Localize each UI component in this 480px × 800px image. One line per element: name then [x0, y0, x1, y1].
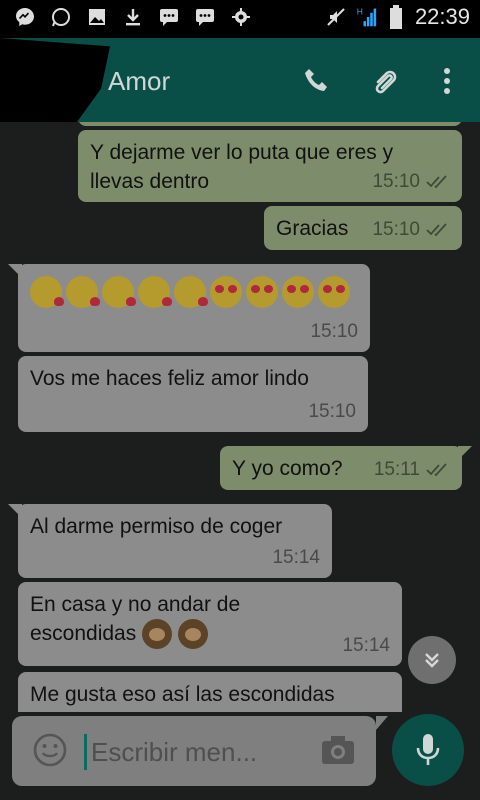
message-text: Y dejarme ver lo puta que eres y llevas … — [90, 141, 394, 193]
message-incoming[interactable]: En casa y no andar de escondidas 15:14 — [18, 582, 402, 666]
back-and-avatar[interactable] — [0, 38, 110, 122]
double-chevron-down-icon — [425, 653, 439, 668]
gallery-icon — [86, 6, 108, 28]
phone-icon[interactable] — [300, 64, 334, 98]
kissing-face-icon — [66, 276, 100, 308]
heart-eyes-icon — [318, 276, 350, 308]
message-text: Al darme permiso de coger — [30, 515, 283, 538]
message-text: Me gusta eso así las escondidas — [30, 683, 335, 706]
double-check-icon — [426, 222, 447, 236]
message-meta: 15:10 — [308, 397, 356, 426]
message-incoming[interactable]: Al darme permiso de coger 15:14 — [8, 504, 332, 578]
kissing-face-icon — [102, 276, 136, 308]
message-outgoing[interactable]: Gracias 15:10 — [264, 206, 462, 250]
camera-button[interactable] — [320, 734, 358, 768]
composer-tail — [376, 716, 388, 730]
kissing-face-icon — [30, 276, 64, 308]
emoji-button[interactable] — [32, 732, 68, 768]
chat-header: Amor — [0, 38, 480, 122]
message-time: 15:14 — [342, 635, 390, 656]
camera-icon — [322, 736, 354, 764]
system-indicators: H 22:39 — [325, 4, 470, 30]
message-meta: 15:14 — [272, 543, 320, 572]
menu-more-icon[interactable] — [430, 64, 464, 98]
message-meta: 15:10 — [372, 215, 450, 244]
message-text-line-2: escondidas — [30, 619, 390, 650]
message-meta: 15:10 — [372, 167, 450, 196]
message-time: 15:10 — [310, 321, 358, 342]
message-incoming[interactable]: 15:10 — [8, 264, 370, 352]
emoji-row — [30, 276, 358, 308]
network-type: H — [357, 6, 363, 16]
message-incoming[interactable]: Vos me haces feliz amor lindo 15:10 — [18, 356, 368, 432]
double-check-icon — [426, 174, 447, 188]
attach-icon[interactable] — [368, 64, 402, 98]
scroll-to-bottom-button[interactable] — [408, 636, 456, 684]
battery-icon — [385, 5, 407, 29]
message-time: 15:11 — [373, 459, 420, 480]
bubble-tail — [8, 264, 22, 278]
voice-record-button[interactable] — [392, 714, 464, 786]
heart-eyes-icon — [282, 276, 314, 308]
heart-eyes-icon — [210, 276, 242, 308]
message-incoming[interactable]: Me gusta eso así las escondidas — [18, 672, 402, 712]
chat-bubble-icon — [158, 6, 180, 28]
notification-icons — [14, 6, 252, 28]
microphone-icon — [416, 734, 440, 765]
heart-eyes-icon — [246, 276, 278, 308]
message-input[interactable] — [84, 734, 313, 770]
kissing-face-icon — [138, 276, 172, 308]
composer-box — [12, 716, 376, 786]
message-icon — [194, 6, 216, 28]
message-outgoing[interactable]: Y dejarme ver lo puta que eres y llevas … — [78, 130, 462, 202]
message-time: 15:10 — [308, 401, 356, 422]
contact-name[interactable]: Amor — [108, 66, 170, 97]
speak-no-evil-monkey-icon — [142, 619, 173, 650]
settings-gear-icon — [230, 6, 252, 28]
message-time: 15:14 — [272, 547, 320, 568]
message-time: 15:10 — [372, 171, 420, 192]
signal-icon: H — [355, 6, 377, 28]
whatsapp-icon — [50, 6, 72, 28]
message-meta: 15:11 — [374, 455, 450, 484]
bubble-tail — [8, 504, 22, 518]
message-text: escondidas — [30, 622, 137, 645]
message-meta: 15:10 — [310, 317, 358, 346]
message-bubble-partial — [78, 122, 462, 126]
message-list[interactable]: Y dejarme ver lo puta que eres y llevas … — [0, 122, 480, 712]
messenger-icon — [14, 6, 36, 28]
message-text: Vos me haces feliz amor lindo — [30, 367, 309, 390]
message-text: Gracias — [276, 217, 349, 240]
message-text-line: En casa y no andar de — [30, 593, 241, 616]
see-no-evil-monkey-icon — [178, 619, 209, 650]
message-meta: 15:14 — [342, 631, 390, 660]
mute-icon — [325, 6, 347, 28]
download-icon — [122, 6, 144, 28]
clock: 22:39 — [414, 4, 470, 29]
message-time: 15:10 — [372, 219, 420, 240]
message-outgoing[interactable]: Y yo como? 15:11 — [220, 446, 472, 490]
smiley-icon — [33, 733, 67, 767]
double-check-icon — [426, 462, 447, 476]
bubble-tail — [458, 446, 472, 460]
kissing-face-icon — [174, 276, 208, 308]
status-bar: H 22:39 — [0, 0, 480, 38]
message-text: Y yo como? — [232, 457, 343, 480]
